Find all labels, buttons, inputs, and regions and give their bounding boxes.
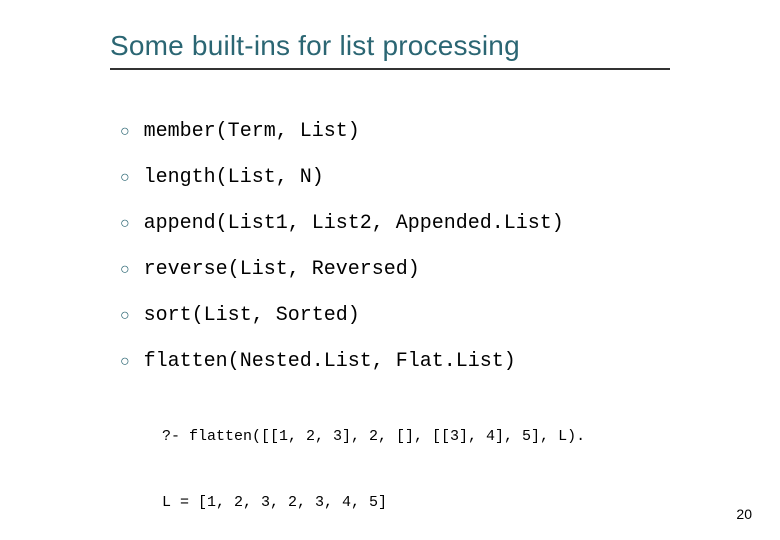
title-rule <box>110 68 670 70</box>
code-text: reverse(List, Reversed) <box>144 258 420 282</box>
code-text: member(Term, List) <box>144 120 360 144</box>
bullet-icon: ○ <box>120 350 130 374</box>
bullet-icon: ○ <box>120 120 130 144</box>
page-number: 20 <box>736 506 752 522</box>
list-item: ○ reverse(List, Reversed) <box>120 258 730 282</box>
bullet-icon: ○ <box>120 258 130 282</box>
list-item: ○ length(List, N) <box>120 166 730 190</box>
list-item: ○ sort(List, Sorted) <box>120 304 730 328</box>
example-line: L = [1, 2, 3, 2, 3, 4, 5] <box>162 492 730 514</box>
code-text: length(List, N) <box>144 166 324 190</box>
slide: Some built-ins for list processing ○ mem… <box>0 0 780 540</box>
code-text: append(List1, List2, Appended.List) <box>144 212 564 236</box>
bullet-icon: ○ <box>120 166 130 190</box>
slide-title: Some built-ins for list processing <box>110 30 730 62</box>
code-text: sort(List, Sorted) <box>144 304 360 328</box>
list-item: ○ append(List1, List2, Appended.List) <box>120 212 730 236</box>
code-text: flatten(Nested.List, Flat.List) <box>144 350 516 374</box>
bullet-icon: ○ <box>120 212 130 236</box>
example-line: ?- flatten([[1, 2, 3], 2, [], [[3], 4], … <box>162 426 730 448</box>
list-item: ○ flatten(Nested.List, Flat.List) <box>120 350 730 374</box>
list-item: ○ member(Term, List) <box>120 120 730 144</box>
example-block: ?- flatten([[1, 2, 3], 2, [], [[3], 4], … <box>162 382 730 540</box>
bullet-list: ○ member(Term, List) ○ length(List, N) ○… <box>120 120 730 374</box>
bullet-icon: ○ <box>120 304 130 328</box>
